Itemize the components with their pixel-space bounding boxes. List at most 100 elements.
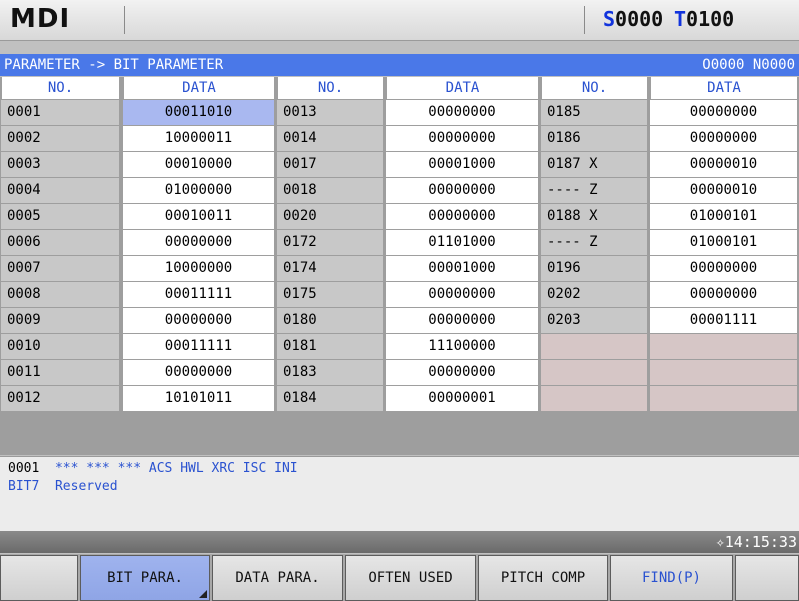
softkey-label: OFTEN USED [368,570,453,586]
param-number: 0005 [1,204,119,229]
param-value[interactable]: 00000010 [650,178,797,203]
param-value[interactable]: 00000000 [386,282,538,307]
softkey-bar: BIT PARA. DATA PARA. OFTEN USED PITCH COMP F… [0,554,799,601]
tool-label: T [674,7,687,31]
tool-value: 0100 [686,7,735,31]
top-separator [584,6,585,34]
param-number: 0018 [277,178,383,203]
param-value[interactable]: 00000000 [386,360,538,385]
param-value[interactable]: 00000000 [650,100,797,125]
submenu-indicator-icon [199,590,207,598]
column-header: DATA [386,77,538,99]
param-value[interactable]: 00001000 [386,256,538,281]
info-bit-names: *** *** *** ACS HWL XRC ISC INI [54,461,298,476]
param-value[interactable]: 00000000 [386,308,538,333]
param-value[interactable]: 00000000 [650,256,797,281]
param-number: 0202 [541,282,647,307]
param-number: 0172 [277,230,383,255]
param-value[interactable]: 00000000 [123,360,274,385]
param-value[interactable]: 01000101 [650,230,797,255]
param-value[interactable]: 00011111 [123,334,274,359]
param-value[interactable]: 01000000 [123,178,274,203]
softkey-label: BIT PARA. [107,570,183,586]
spindle-label: S [603,7,616,31]
param-number: 0196 [541,256,647,281]
param-value[interactable]: 01101000 [386,230,538,255]
breadcrumb: PARAMETER -> BIT PARAMETER [4,57,224,73]
param-number: 0013 [277,100,383,125]
softkey-blank[interactable] [0,555,78,601]
param-number: 0003 [1,152,119,177]
param-number: 0020 [277,204,383,229]
column-header: NO. [1,77,119,99]
param-value[interactable]: 00010011 [123,204,274,229]
column-header: NO. [277,77,383,99]
param-value[interactable]: 00001000 [386,152,538,177]
param-value[interactable]: 00000000 [386,126,538,151]
param-value[interactable]: 00000000 [123,308,274,333]
param-number [541,360,647,385]
param-value[interactable]: 00000001 [386,386,538,411]
param-number: ---- Z [541,178,647,203]
param-number: 0014 [277,126,383,151]
param-value[interactable]: 10000000 [123,256,274,281]
softkey-find-p[interactable]: FIND(P) [610,555,733,601]
softkey-label: FIND(P) [641,570,701,586]
param-number: 0175 [277,282,383,307]
param-value[interactable]: 00000000 [386,204,538,229]
param-value[interactable]: 00000010 [650,152,797,177]
param-number: 0004 [1,178,119,203]
param-number [541,334,647,359]
bit-description-line: BIT7 Reserved [8,479,118,494]
param-number: 0002 [1,126,119,151]
param-number: 0008 [1,282,119,307]
softkey-bit-para[interactable]: BIT PARA. [80,555,210,601]
param-number: 0017 [277,152,383,177]
param-number: 0186 [541,126,647,151]
param-number: 0183 [277,360,383,385]
param-number: 0184 [277,386,383,411]
top-separator [124,6,125,34]
spindle-value: 0000 [615,7,664,31]
param-number: 0006 [1,230,119,255]
param-number: 0011 [1,360,119,385]
param-value[interactable]: 00010000 [123,152,274,177]
softkey-data-para[interactable]: DATA PARA. [212,555,343,601]
param-number: ---- Z [541,230,647,255]
param-number: 0187 X [541,152,647,177]
param-number: 0188 X [541,204,647,229]
param-value [650,334,797,359]
param-value[interactable]: 00011111 [123,282,274,307]
top-status-bar: MDI S0000 T0100 [0,0,799,41]
softkey-label: DATA PARA. [235,570,320,586]
param-number: 0181 [277,334,383,359]
softkey-pitch-comp[interactable]: PITCH COMP [478,555,608,601]
column-header: DATA [123,77,274,99]
param-number: 0185 [541,100,647,125]
param-value[interactable]: 01000101 [650,204,797,229]
clock-display: ✧14:15:33 [715,533,797,551]
softkey-often-used[interactable]: OFTEN USED [345,555,476,601]
param-number: 0007 [1,256,119,281]
param-value[interactable]: 00000000 [123,230,274,255]
param-value[interactable]: 10000011 [123,126,274,151]
info-bit-label: BIT7 [8,479,40,494]
screen-title-bar: PARAMETER -> BIT PARAMETER O0000 N0000 [0,54,799,76]
parameter-table: NO. DATA NO. DATA NO. DATA 0001 00011010 0002 100… [0,77,799,455]
param-value-selected[interactable]: 00011010 [123,100,274,125]
param-value[interactable]: 10101011 [123,386,274,411]
param-value[interactable]: 11100000 [386,334,538,359]
param-value[interactable]: 00000000 [386,100,538,125]
param-value[interactable]: 00000000 [386,178,538,203]
column-header: NO. [541,77,647,99]
param-value[interactable]: 00000000 [650,126,797,151]
status-bar: ✧14:15:33 [0,531,799,553]
param-value[interactable]: 00000000 [650,282,797,307]
param-value[interactable]: 00001111 [650,308,797,333]
param-number: 0180 [277,308,383,333]
param-number: 0001 [1,100,119,125]
tool-readout: T0100 [674,7,734,31]
param-value [650,360,797,385]
softkey-blank[interactable] [735,555,799,601]
param-number: 0009 [1,308,119,333]
